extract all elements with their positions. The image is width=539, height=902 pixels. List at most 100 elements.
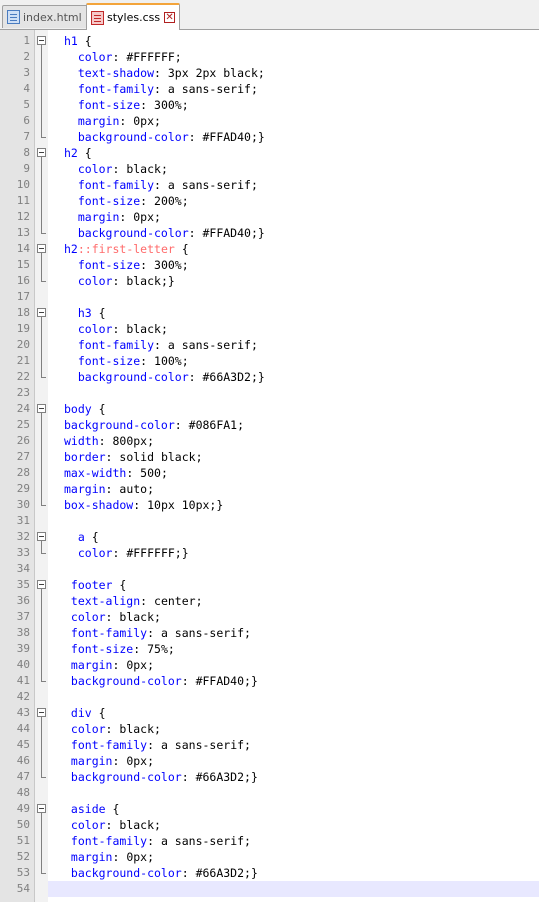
code-line[interactable]: 27 border: solid black; xyxy=(0,449,539,465)
tab-styles-css[interactable]: styles.css ✕ xyxy=(86,3,181,30)
code-line[interactable]: 13 background-color: #FFAD40;} xyxy=(0,225,539,241)
fold-toggle-icon[interactable] xyxy=(36,241,47,257)
code-line[interactable]: 51 font-family: a sans-serif; xyxy=(0,833,539,849)
fold-toggle-icon[interactable] xyxy=(36,145,47,161)
code-line[interactable]: 29 margin: auto; xyxy=(0,481,539,497)
token-val: a sans-serif; xyxy=(167,82,258,96)
token-sel: footer xyxy=(64,578,113,592)
code-line[interactable]: 49 aside { xyxy=(0,801,539,817)
fold-toggle-icon[interactable] xyxy=(36,705,47,721)
code-line[interactable]: 45 font-family: a sans-serif; xyxy=(0,737,539,753)
token-punc: : xyxy=(140,194,155,208)
fold-end-marker xyxy=(36,769,47,785)
line-number: 34 xyxy=(16,562,30,575)
fold-toggle-icon[interactable] xyxy=(36,577,47,593)
code-text: font-family: a sans-serif; xyxy=(48,737,539,753)
token-punc: : xyxy=(181,866,196,880)
fold-toggle-icon[interactable] xyxy=(36,305,47,321)
code-line[interactable]: 36 text-align: center; xyxy=(0,593,539,609)
code-text: margin: 0px; xyxy=(48,849,539,865)
code-line[interactable]: 2 color: #FFFFFF; xyxy=(0,49,539,65)
code-line[interactable]: 17 xyxy=(0,289,539,305)
code-line[interactable]: 7 background-color: #FFAD40;} xyxy=(0,129,539,145)
code-line[interactable]: 19 color: black; xyxy=(0,321,539,337)
code-editor[interactable]: 1 h1 {2 color: #FFFFFF; 3 text-shadow: 3px… xyxy=(0,30,539,902)
code-line[interactable]: 44 color: black; xyxy=(0,721,539,737)
code-line[interactable]: 52 margin: 0px; xyxy=(0,849,539,865)
code-line[interactable]: 3 text-shadow: 3px 2px black; xyxy=(0,65,539,81)
code-text xyxy=(48,881,539,897)
line-number: 22 xyxy=(16,370,30,383)
token-punc: : xyxy=(140,354,155,368)
code-line[interactable]: 11 font-size: 200%; xyxy=(0,193,539,209)
code-line[interactable]: 14 h2::first-letter { xyxy=(0,241,539,257)
fold-toggle-icon[interactable] xyxy=(36,33,47,49)
code-line[interactable]: 53 background-color: #66A3D2;} xyxy=(0,865,539,881)
fold-toggle-icon[interactable] xyxy=(36,529,47,545)
code-line[interactable]: 12 margin: 0px; xyxy=(0,209,539,225)
code-line[interactable]: 40 margin: 0px; xyxy=(0,657,539,673)
line-number: 40 xyxy=(16,658,30,671)
line-number: 2 xyxy=(23,50,30,63)
code-line[interactable]: 24 body { xyxy=(0,401,539,417)
code-text: margin: 0px; xyxy=(48,113,539,129)
code-line[interactable]: 10 font-family: a sans-serif; xyxy=(0,177,539,193)
line-number: 42 xyxy=(16,690,30,703)
code-line[interactable]: 32 a { xyxy=(0,529,539,545)
token-prop: color xyxy=(64,722,106,736)
code-line[interactable]: 38 font-family: a sans-serif; xyxy=(0,625,539,641)
code-line[interactable]: 20 font-family: a sans-serif; xyxy=(0,337,539,353)
token-punc: : xyxy=(154,82,168,96)
close-icon[interactable]: ✕ xyxy=(164,12,176,23)
code-line[interactable]: 1 h1 { xyxy=(0,33,539,49)
code-text: color: black; xyxy=(48,321,539,337)
token-punc: : xyxy=(112,658,127,672)
code-line[interactable]: 54 xyxy=(0,881,539,897)
token-punc: { xyxy=(91,706,106,720)
code-line[interactable]: 37 color: black; xyxy=(0,609,539,625)
line-number: 32 xyxy=(16,530,30,543)
fold-end-marker xyxy=(36,369,47,385)
token-val: #FFAD40;} xyxy=(202,226,265,240)
code-line[interactable]: 5 font-size: 300%; xyxy=(0,97,539,113)
fold-toggle-icon[interactable] xyxy=(36,401,47,417)
code-line[interactable]: 18 h3 { xyxy=(0,305,539,321)
token-val: 300%; xyxy=(154,98,189,112)
code-line[interactable]: 23 xyxy=(0,385,539,401)
fold-toggle-icon[interactable] xyxy=(36,801,47,817)
code-line[interactable]: 48 xyxy=(0,785,539,801)
code-line[interactable]: 35 footer { xyxy=(0,577,539,593)
code-line[interactable]: 22 background-color: #66A3D2;} xyxy=(0,369,539,385)
code-line[interactable]: 42 xyxy=(0,689,539,705)
line-number: 21 xyxy=(16,354,30,367)
line-number: 47 xyxy=(16,770,30,783)
code-line[interactable]: 39 font-size: 75%; xyxy=(0,641,539,657)
code-line[interactable]: 46 margin: 0px; xyxy=(0,753,539,769)
code-line[interactable]: 25 background-color: #086FA1; xyxy=(0,417,539,433)
code-line[interactable]: 41 background-color: #FFAD40;} xyxy=(0,673,539,689)
code-line[interactable]: 34 xyxy=(0,561,539,577)
code-line[interactable]: 21 font-size: 100%; xyxy=(0,353,539,369)
token-punc: : xyxy=(112,754,127,768)
token-val: 75%; xyxy=(147,642,175,656)
code-line[interactable]: 4 font-family: a sans-serif; xyxy=(0,81,539,97)
code-line[interactable]: 30 box-shadow: 10px 10px;} xyxy=(0,497,539,513)
code-line[interactable]: 26 width: 800px; xyxy=(0,433,539,449)
code-line[interactable]: 6 margin: 0px; xyxy=(0,113,539,129)
code-line[interactable]: 9 color: black; xyxy=(0,161,539,177)
token-prop: font-size xyxy=(64,98,141,112)
code-line[interactable]: 8 h2 { xyxy=(0,145,539,161)
code-line[interactable]: 31 xyxy=(0,513,539,529)
code-line[interactable]: 43 div { xyxy=(0,705,539,721)
code-text: background-color: #66A3D2;} xyxy=(48,769,539,785)
code-text: font-family: a sans-serif; xyxy=(48,177,539,193)
code-line[interactable]: 15 font-size: 300%; xyxy=(0,257,539,273)
code-line[interactable]: 50 color: black; xyxy=(0,817,539,833)
code-line[interactable]: 16 color: black;} xyxy=(0,273,539,289)
code-line[interactable]: 47 background-color: #66A3D2;} xyxy=(0,769,539,785)
code-line[interactable]: 28 max-width: 500; xyxy=(0,465,539,481)
token-punc: : xyxy=(133,642,148,656)
fold-line xyxy=(36,593,47,609)
code-line[interactable]: 33 color: #FFFFFF;} xyxy=(0,545,539,561)
